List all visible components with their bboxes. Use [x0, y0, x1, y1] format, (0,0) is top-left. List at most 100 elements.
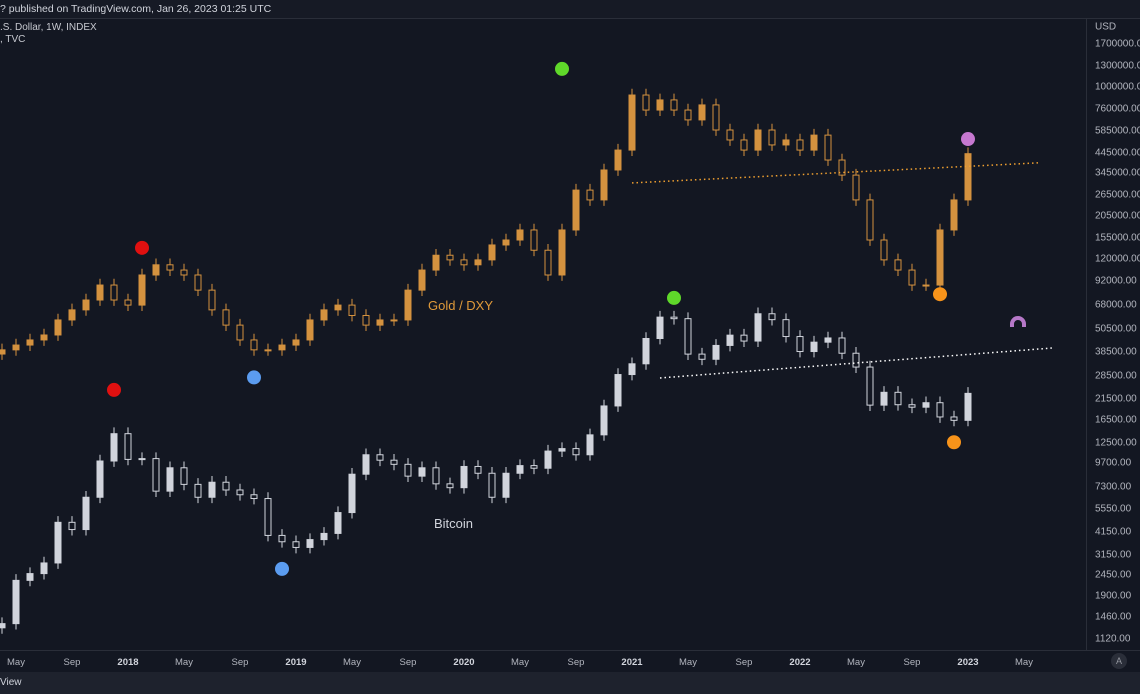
bitcoin-candle	[362, 454, 370, 475]
price-tick: 9700.00	[1095, 457, 1132, 469]
bitcoin-candle	[236, 489, 244, 496]
price-tick: 16500.00	[1095, 414, 1137, 426]
bitcoin-candle	[166, 467, 174, 492]
time-tick: May	[1015, 657, 1033, 668]
price-tick: 68000.00	[1095, 299, 1137, 311]
bitcoin-candle	[418, 467, 426, 477]
trendline[interactable]	[631, 162, 1039, 184]
gold-dxy-candle	[950, 199, 958, 231]
marker-dot[interactable]	[135, 240, 149, 255]
bitcoin-candle	[670, 316, 678, 320]
gold-dxy-candle	[82, 299, 90, 311]
gold-dxy-candle	[348, 304, 356, 316]
gold-dxy-candle	[670, 99, 678, 111]
bitcoin-candle	[880, 391, 888, 406]
price-tick: 2450.00	[1095, 569, 1132, 581]
gold-dxy-candle	[446, 254, 454, 261]
time-tick: Sep	[399, 657, 417, 668]
gold-dxy-candle	[712, 104, 720, 131]
bitcoin-candle	[54, 521, 62, 564]
time-tick: May	[679, 657, 697, 668]
gold-dxy-candle	[334, 304, 342, 311]
bitcoin-candle	[124, 433, 132, 460]
price-tick: 120000.00	[1095, 253, 1140, 265]
gold-dxy-candle	[222, 309, 230, 326]
bitcoin-candle	[82, 496, 90, 531]
bitcoin-candle	[782, 319, 790, 338]
bitcoin-candle	[194, 483, 202, 498]
gold-dxy-candle	[264, 349, 272, 352]
gold-dxy-candle	[922, 284, 930, 287]
gold-dxy-candle	[810, 134, 818, 151]
gold-dxy-candle	[362, 314, 370, 326]
marker-dot[interactable]	[107, 382, 121, 397]
gold-dxy-candle	[866, 199, 874, 241]
gold-dxy-candle	[0, 349, 6, 355]
marker-dot[interactable]	[667, 290, 681, 305]
gold-dxy-candle	[26, 339, 34, 346]
gold-dxy-candle	[236, 324, 244, 341]
gold-dxy-candle	[292, 339, 300, 346]
gold-dxy-candle	[852, 174, 860, 201]
gold-dxy-candle	[180, 269, 188, 276]
bitcoin-candle	[306, 539, 314, 548]
bitcoin-candle	[964, 392, 972, 421]
gold-dxy-candle	[404, 289, 412, 321]
bitcoin-candle	[292, 541, 300, 548]
gold-dxy-candle	[124, 299, 132, 306]
price-chart[interactable]	[0, 19, 1086, 650]
bitcoin-candle	[110, 433, 118, 462]
bitcoin-candle	[516, 465, 524, 474]
marker-dot[interactable]	[961, 132, 975, 147]
bitcoin-candle	[138, 458, 146, 461]
gold-dxy-candle	[880, 239, 888, 261]
footer-text: View	[0, 677, 22, 688]
gold-dxy-candle	[40, 334, 48, 341]
bitcoin-candle	[796, 336, 804, 353]
gold-dxy-candle	[740, 139, 748, 151]
bitcoin-candle	[530, 465, 538, 469]
time-tick: 2020	[453, 657, 475, 668]
time-tick: 2018	[117, 657, 139, 668]
bitcoin-candle	[628, 363, 636, 376]
auto-scale-button[interactable]: A	[1111, 653, 1127, 669]
bitcoin-candle	[432, 467, 440, 485]
legend-line-1: .S. Dollar, 1W, INDEX	[0, 22, 97, 33]
symbol-legend: .S. Dollar, 1W, INDEX , TVC	[0, 22, 97, 46]
time-tick: Sep	[903, 657, 921, 668]
gold-dxy-candle	[782, 139, 790, 146]
gold-dxy-candle	[96, 284, 104, 301]
bitcoin-candle	[852, 352, 860, 368]
gold-dxy-candle	[642, 94, 650, 111]
bitcoin-candle	[376, 454, 384, 461]
gold-dxy-candle	[684, 109, 692, 121]
price-tick: 50500.00	[1095, 323, 1137, 335]
price-tick: 1300000.00	[1095, 60, 1140, 72]
marker-dot[interactable]	[275, 561, 289, 576]
bitcoin-candle	[586, 434, 594, 456]
price-tick: 205000.00	[1095, 210, 1140, 222]
gold-dxy-candle	[278, 344, 286, 351]
marker-dot[interactable]	[247, 370, 261, 385]
gold-dxy-candle	[54, 319, 62, 336]
time-tick: Sep	[567, 657, 585, 668]
gold-dxy-candle	[656, 99, 664, 111]
time-tick: Sep	[63, 657, 81, 668]
marker-dot[interactable]	[947, 435, 961, 450]
gold-dxy-candle	[306, 319, 314, 341]
bitcoin-candle	[600, 405, 608, 436]
bitcoin-candle	[40, 562, 48, 575]
marker-dot[interactable]	[933, 287, 947, 302]
bitcoin-candle	[908, 404, 916, 408]
time-tick: May	[847, 657, 865, 668]
bitcoin-candle	[12, 579, 20, 625]
gold-dxy-candle	[600, 169, 608, 201]
gold-dxy-candle	[768, 129, 776, 146]
gold-dxy-candle	[516, 229, 524, 241]
price-axis[interactable]: USD 1700000.00 1300000.00 1000000.00 760000…	[1086, 19, 1140, 650]
publish-bar: ? published on TradingView.com, Jan 26, …	[0, 0, 1140, 19]
marker-dot[interactable]	[555, 61, 569, 76]
time-axis[interactable]: May Sep 2018 May Sep 2019 May Sep 2020 May Sep 2021…	[0, 650, 1140, 673]
price-tick: 445000.00	[1095, 147, 1140, 159]
time-tick: May	[511, 657, 529, 668]
